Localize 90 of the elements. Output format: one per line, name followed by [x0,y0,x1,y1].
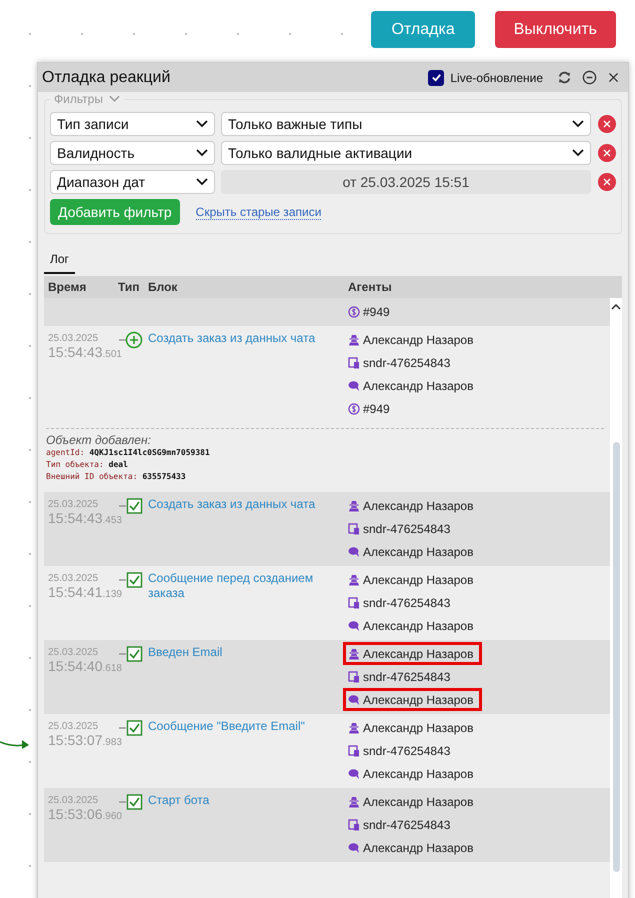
filter-value-select[interactable]: Только валидные активации [221,141,591,165]
agent-name: Александр Назаров [363,794,474,808]
filter-value-select[interactable]: Только важные типы [221,112,591,136]
log-date: 25.03.2025 [48,333,100,344]
close-icon[interactable] [607,71,620,84]
agent-name: Александр Назаров [363,498,474,512]
check-type-icon [118,571,144,589]
device-icon [348,744,360,756]
agent-name: Александр Назаров [363,618,474,632]
check-type-icon [118,719,144,737]
agent-name: sndr-476254843 [363,818,450,832]
chat-icon [348,546,360,558]
live-update-label: Live-обновление [450,70,543,84]
remove-filter-icon[interactable] [598,115,616,133]
filter-field-select[interactable]: Тип записи [50,112,215,136]
column-header: Агенты [348,280,393,294]
agent-name: Александр Назаров [363,378,474,392]
details-line: Внешний ID объекта: 635575433 [46,471,187,483]
block-link[interactable]: Старт бота [148,793,344,808]
remove-filter-icon[interactable] [598,144,616,162]
agent-name: Александр Назаров [363,544,474,558]
agent-name: Александр Назаров [363,720,474,734]
agent-name: Александр Назаров [363,646,474,660]
block-link[interactable]: Создать заказ из данных чата [148,497,344,512]
refresh-icon[interactable] [557,70,572,85]
agent-name: sndr-476254843 [363,596,450,610]
details-line: agentId: 4QKJ1sc1I4lc0SG9mn7059381 [46,447,211,459]
chevron-down-icon [196,120,208,128]
column-header: Блок [148,280,178,294]
agent-name: sndr-476254843 [363,744,450,758]
date-range-field[interactable]: от 25.03.2025 15:51 [221,170,591,194]
chat-icon [348,380,360,392]
checkmark-icon [430,72,442,83]
block-link[interactable]: Сообщение "Введите Email" [148,719,344,734]
toolbar-button[interactable]: Отладка [371,11,475,48]
filter-field-select[interactable]: Валидность [50,141,215,165]
agent-name: sndr-476254843 [363,670,450,684]
column-header: Тип [118,280,140,294]
device-icon [348,818,360,830]
log-date: 25.03.2025 [48,795,100,806]
chat-icon [348,842,360,854]
agent-name: sndr-476254843 [363,356,450,370]
agent-name: sndr-476254843 [363,522,450,536]
block-link[interactable]: Сообщение перед созданием заказа [148,571,344,601]
chat-icon [348,768,360,780]
details-line: Тип объекта: deal [46,459,129,471]
check-type-icon [118,497,144,515]
create-type-icon [118,331,144,349]
coin-icon [348,402,360,414]
chevron-down-icon [572,120,584,128]
arrow-icon [0,738,30,752]
block-link[interactable]: Создать заказ из данных чата [148,331,344,346]
device-icon [348,356,360,368]
block-link[interactable]: Введен Email [148,645,344,660]
log-date: 25.03.2025 [48,647,100,658]
filter-field-select[interactable]: Диапазон дат [50,170,215,194]
chat-icon [348,620,360,632]
agent-name: #949 [363,402,390,416]
device-icon [348,670,360,682]
column-header: Время [47,280,88,294]
chevron-down-icon [196,178,208,186]
agent-name: Александр Назаров [363,332,474,346]
details-title: Объект добавлен: [46,433,152,447]
agent-name: Александр Назаров [363,692,474,706]
log-date: 25.03.2025 [48,573,100,584]
agent-name: Александр Назаров [363,766,474,780]
chat-icon [348,694,360,706]
scroll-up-icon[interactable] [611,304,621,310]
live-update-checkbox[interactable] [428,70,444,86]
check-type-icon [118,645,144,663]
coin-icon [348,306,360,318]
log-date: 25.03.2025 [48,721,100,732]
log-date: 25.03.2025 [48,499,100,510]
device-icon [348,522,360,534]
scrollbar[interactable] [610,298,622,898]
minimize-icon[interactable] [582,70,597,85]
agent-name: Александр Назаров [363,840,474,854]
tab[interactable]: Лог [44,250,75,274]
agent-name: Александр Назаров [363,572,474,586]
device-icon [348,596,360,608]
hide-old-link[interactable]: Скрыть старые записи [196,204,322,220]
agent-name: #949 [363,304,390,318]
panel-title: Отладка реакций [42,68,170,86]
toolbar-button[interactable]: Выключить [494,11,616,48]
remove-filter-icon[interactable] [598,173,616,191]
filters-legend[interactable]: Фильтры [54,92,103,106]
add-filter-button[interactable]: Добавить фильтр [50,199,180,225]
chevron-down-icon [572,149,584,157]
check-type-icon [118,793,144,811]
chevron-down-icon [196,149,208,157]
